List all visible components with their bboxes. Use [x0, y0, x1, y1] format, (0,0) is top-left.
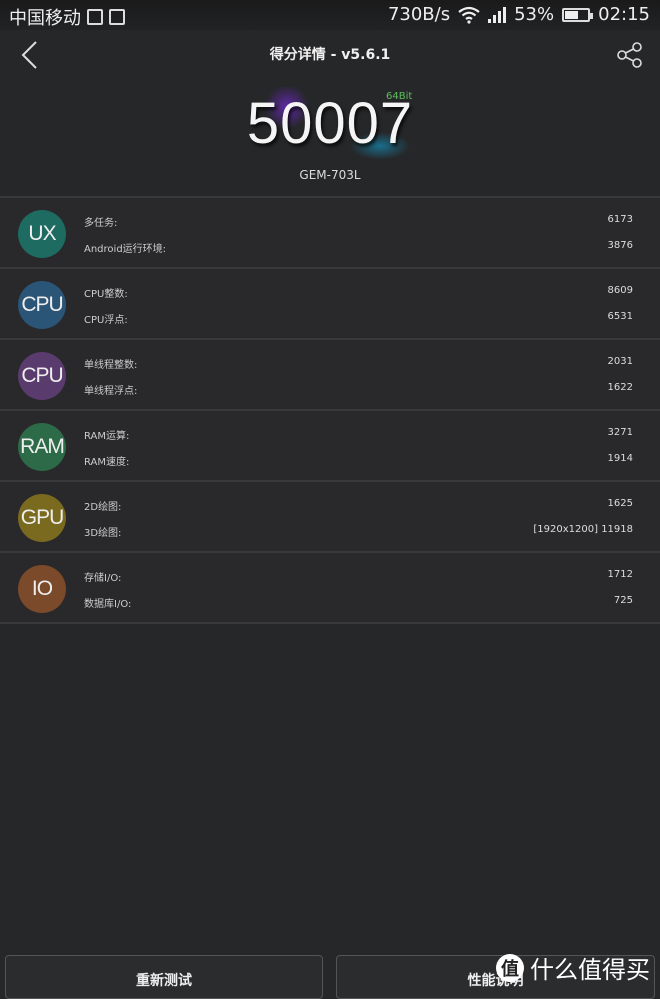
subscore-label: RAM速度:	[84, 457, 130, 468]
subscore-value: 6531	[607, 311, 633, 322]
subscore-value: [1920x1200] 11918	[533, 524, 633, 535]
subscore-label: 存储I/O:	[84, 573, 122, 584]
score-category-row: CPU 单线程整数: 2031 单线程浮点: 1622	[0, 338, 660, 409]
device-model: GEM-703L	[299, 168, 361, 182]
bit-label: 64Bit	[386, 91, 413, 102]
status-bar: 中国移动 730B/s 53% 02:15	[0, 0, 660, 30]
total-score: 50007	[246, 91, 414, 156]
subscore-label: 2D绘图:	[84, 502, 122, 513]
category-badge: GPU	[18, 494, 66, 542]
battery-icon	[562, 7, 594, 22]
category-badge: IO	[18, 565, 66, 613]
score-category-row: UX 多任务: 6173 Android运行环境: 3876	[0, 196, 660, 267]
category-badge: UX	[18, 210, 66, 258]
image-notification-icon	[109, 9, 125, 25]
score-category-row: GPU 2D绘图: 1625 3D绘图: [1920x1200] 11918	[0, 480, 660, 551]
subscore-value: 2031	[607, 356, 633, 367]
category-badge: CPU	[18, 352, 66, 400]
subscore-value: 8609	[607, 285, 633, 296]
share-button[interactable]	[616, 41, 644, 69]
subscore-value: 6173	[607, 214, 633, 225]
subscore-label: CPU浮点:	[84, 315, 128, 326]
score-category-row: RAM RAM运算: 3271 RAM速度: 1914	[0, 409, 660, 480]
subscore-label: RAM运算:	[84, 431, 130, 442]
subscore-label: CPU整数:	[84, 289, 128, 300]
subscore-label: 多任务:	[84, 218, 118, 229]
subscore-label: 3D绘图:	[84, 528, 122, 539]
subscore-value: 1625	[607, 498, 633, 509]
net-speed: 730B/s	[387, 4, 451, 25]
wifi-icon	[458, 6, 480, 24]
subscore-label: 单线程整数:	[84, 360, 138, 371]
page-title: 得分详情 - v5.6.1	[269, 47, 391, 63]
subscore-value: 3271	[607, 427, 633, 438]
battery-percent: 53%	[514, 4, 555, 25]
subscore-value: 725	[613, 595, 633, 606]
watermark-text: 什么值得买	[530, 956, 650, 984]
category-badge: CPU	[18, 281, 66, 329]
carrier-name: 中国移动	[9, 8, 81, 29]
subscore-value: 1622	[607, 382, 633, 393]
list-divider	[0, 622, 660, 624]
subscore-label: 单线程浮点:	[84, 386, 138, 397]
watermark-logo-icon: 值	[496, 953, 524, 982]
score-category-row: IO 存储I/O: 1712 数据库I/O: 725	[0, 551, 660, 622]
category-badge: RAM	[18, 423, 66, 471]
score-category-row: CPU CPU整数: 8609 CPU浮点: 6531	[0, 267, 660, 338]
score-list: UX 多任务: 6173 Android运行环境: 3876 CPU CPU整数: 8609 C…	[0, 196, 660, 624]
edit-notification-icon	[87, 9, 103, 25]
subscore-label: Android运行环境:	[84, 244, 167, 255]
app-header: 得分详情 - v5.6.1	[0, 30, 660, 80]
subscore-label: 数据库I/O:	[84, 599, 132, 610]
clock: 02:15	[598, 4, 650, 25]
watermark: 值 什么值得买	[496, 950, 650, 985]
subscore-value: 1712	[607, 569, 633, 580]
score-panel: 50007 64Bit GEM-703L	[0, 82, 660, 192]
signal-icon	[488, 6, 507, 23]
subscore-value: 3876	[607, 240, 633, 251]
retest-button[interactable]: 重新测试	[5, 955, 323, 999]
subscore-value: 1914	[607, 453, 633, 464]
